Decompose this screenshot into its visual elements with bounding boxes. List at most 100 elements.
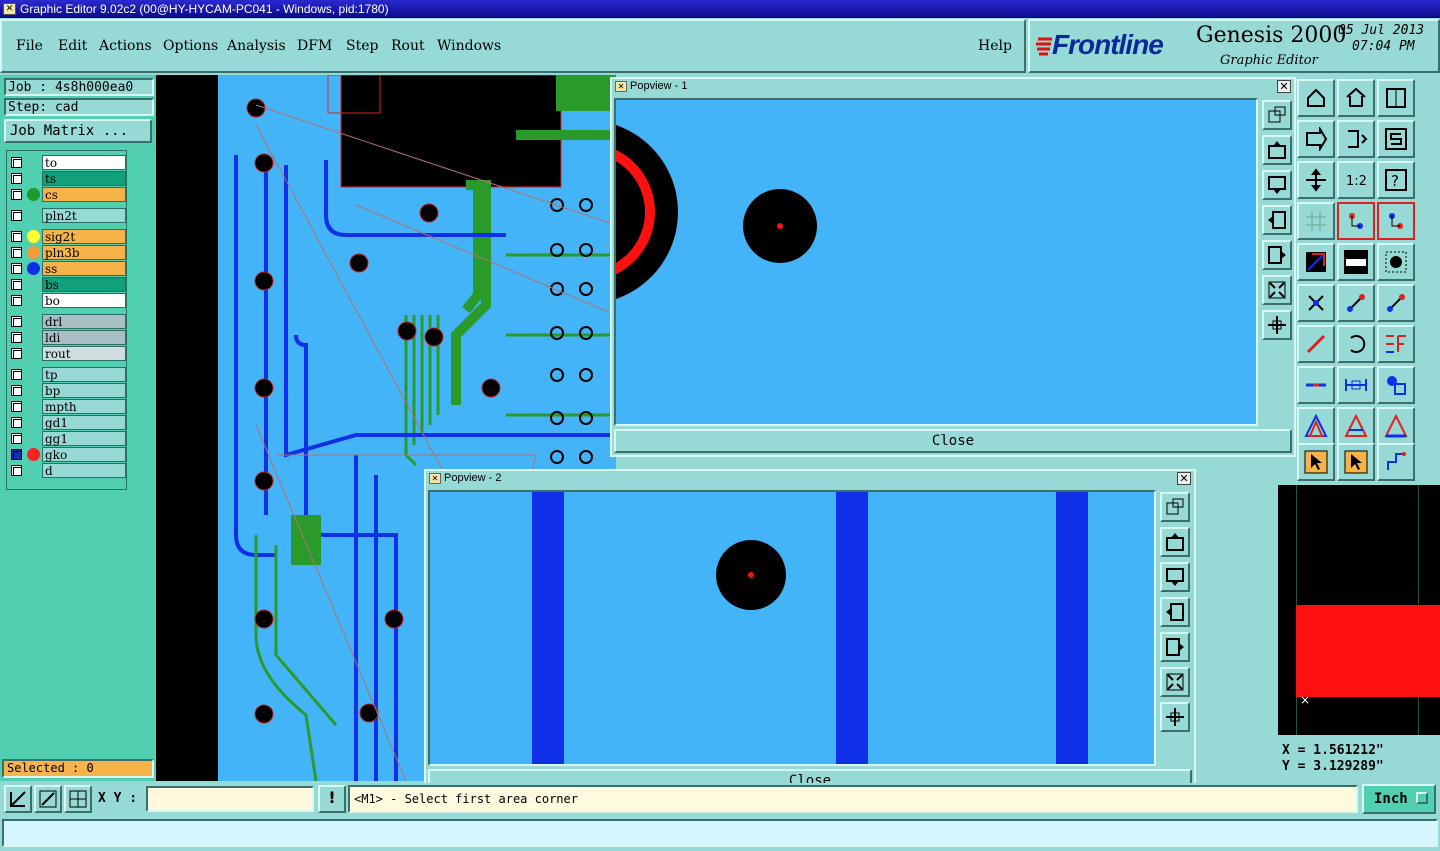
tool-pan-right[interactable] [1297,120,1335,158]
layer-checkbox[interactable] [11,449,22,460]
popview-1-pan-down[interactable] [1262,170,1292,200]
xy-input[interactable] [146,786,314,812]
layer-checkbox[interactable] [11,316,22,327]
layer-row-pln2t[interactable]: pln2t [9,208,126,223]
layer-checkbox[interactable] [11,417,22,428]
popview-1-pan-left[interactable] [1262,205,1292,235]
unit-selector[interactable]: Inch [1362,784,1436,814]
layer-row-rout[interactable]: rout [9,346,126,361]
tool-pad[interactable] [1377,243,1415,281]
layer-row-ss[interactable]: ss [9,261,126,276]
job-matrix-button[interactable]: Job Matrix ... [4,119,152,143]
layer-checkbox[interactable] [11,295,22,306]
popview-2-zoom-in[interactable] [1160,702,1190,732]
popview-1-close-icon[interactable]: ✕ [1277,80,1291,93]
zoom-fit-button[interactable] [4,785,32,813]
layer-checkbox[interactable] [11,369,22,380]
tool-triangle-a[interactable] [1297,407,1335,445]
layer-checkbox[interactable] [11,189,22,200]
tool-snap-b[interactable] [1377,202,1415,240]
popview-1-titlebar[interactable]: ✕ Popview - 1 ✕ [612,79,1294,95]
layer-checkbox[interactable] [11,157,22,168]
layer-row-bp[interactable]: bp [9,383,126,398]
layer-checkbox[interactable] [11,210,22,221]
tool-home[interactable] [1337,79,1375,117]
layer-row-to[interactable]: to [9,155,126,170]
layer-row-mpth[interactable]: mpth [9,399,126,414]
layer-checkbox[interactable] [11,173,22,184]
popview-2-titlebar[interactable]: ✕ Popview - 2 ✕ [426,471,1194,487]
menu-edit[interactable]: Edit [58,38,87,54]
popview-2-close-icon[interactable]: ✕ [1177,472,1191,485]
layer-row-gg1[interactable]: gg1 [9,431,126,446]
menu-dfm[interactable]: DFM [297,38,332,54]
tool-rotate[interactable] [1337,325,1375,363]
tool-cross[interactable] [1297,284,1335,322]
popview-2-canvas[interactable] [428,490,1156,766]
zoom-area-button[interactable] [34,785,62,813]
popview-1-pan-right[interactable] [1262,240,1292,270]
layer-checkbox[interactable] [11,348,22,359]
popview-1-canvas[interactable] [614,98,1258,426]
menu-step[interactable]: Step [346,38,378,54]
popview-1-zoom-in[interactable] [1262,310,1292,340]
tool-help[interactable]: ? [1377,161,1415,199]
tool-pointer-b[interactable] [1337,443,1375,481]
layer-checkbox[interactable] [11,332,22,343]
layer-checkbox[interactable] [11,247,22,258]
layer-row-ldi[interactable]: ldi [9,330,126,345]
layer-checkbox[interactable] [11,401,22,412]
menu-options[interactable]: Options [163,38,218,54]
layer-row-bs[interactable]: bs [9,277,126,292]
tool-s-curve[interactable] [1377,120,1415,158]
layer-row-d[interactable]: d [9,463,126,478]
layer-row-ts[interactable]: ts [9,171,126,186]
grid-toggle-button[interactable] [64,785,92,813]
layer-checkbox[interactable] [11,465,22,476]
popview-2-zoom-window[interactable] [1160,492,1190,522]
menu-actions[interactable]: Actions [99,38,152,54]
layer-row-cs[interactable]: cs [9,187,126,202]
popview-2-pan-left[interactable] [1160,597,1190,627]
tool-ruler[interactable] [1337,243,1375,281]
popview-1-close-button[interactable]: Close [614,429,1292,453]
tool-measure[interactable] [1337,366,1375,404]
layer-row-tp[interactable]: tp [9,367,126,382]
menu-help[interactable]: Help [978,38,1012,54]
layer-row-drl[interactable]: drl [9,314,126,329]
tool-snap-a[interactable] [1337,202,1375,240]
tool-grid[interactable] [1377,79,1415,117]
alert-button[interactable]: ! [318,785,346,813]
popview-1-pan-up[interactable] [1262,135,1292,165]
overview-panel[interactable]: × [1278,485,1440,735]
menu-analysis[interactable]: Analysis [227,38,286,54]
tool-flip[interactable] [1377,325,1415,363]
tool-triangle-b[interactable] [1337,407,1375,445]
popview-1-zoom-window[interactable] [1262,100,1292,130]
tool-zoom-home[interactable] [1297,79,1335,117]
layer-checkbox[interactable] [11,231,22,242]
layer-row-pln3b[interactable]: pln3b [9,245,126,260]
tool-pointer-a[interactable] [1297,443,1335,481]
menu-file[interactable]: File [16,38,43,54]
popview-2-pan-right[interactable] [1160,632,1190,662]
layer-row-gko[interactable]: gko [9,447,126,462]
tool-select-region[interactable] [1297,243,1335,281]
tool-pointer-path[interactable] [1377,443,1415,481]
tool-line[interactable] [1337,284,1375,322]
layer-row-sig2t[interactable]: sig2t [9,229,126,244]
tool-grid-view[interactable] [1297,202,1335,240]
tool-connect[interactable] [1297,366,1335,404]
tool-center[interactable] [1297,161,1335,199]
popview-2-pan-down[interactable] [1160,562,1190,592]
layer-row-gd1[interactable]: gd1 [9,415,126,430]
tool-swap[interactable] [1337,120,1375,158]
popview-2-pan-up[interactable] [1160,527,1190,557]
tool-draw-line[interactable] [1297,325,1335,363]
menu-rout[interactable]: Rout [391,38,425,54]
menu-windows[interactable]: Windows [437,38,501,54]
layer-checkbox[interactable] [11,279,22,290]
popview-2-zoom-out[interactable] [1160,667,1190,697]
tool-triangle-c[interactable] [1377,407,1415,445]
window-titlebar[interactable]: ✕ Graphic Editor 9.02c2 (00@HY-HYCAM-PC0… [0,0,1440,18]
